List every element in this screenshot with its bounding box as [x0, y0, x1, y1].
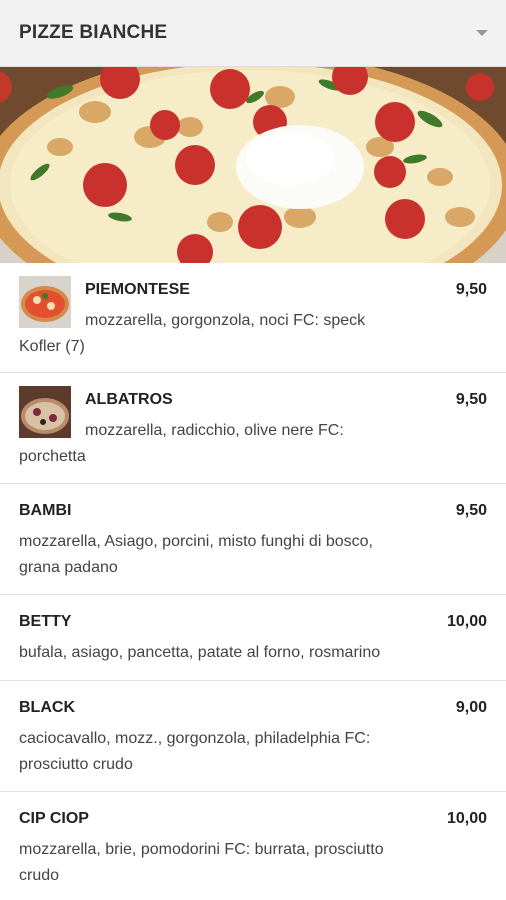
- item-description: bufala, asiago, pancetta, patate al forn…: [19, 644, 381, 661]
- item-price: 9,50: [455, 281, 487, 298]
- pizza-hero-image: [0, 67, 506, 263]
- menu-screen: PIZZE BIANCHE PIEMONTESE 9,50 mozzarella…: [0, 0, 506, 900]
- item-name: BETTY: [19, 613, 72, 630]
- item-description: mozzarella, brie, pomodorini FC: burrata…: [19, 841, 384, 858]
- item-name: BAMBI: [19, 502, 72, 519]
- item-description: mozzarella, gorgonzola, noci FC: speck: [85, 312, 366, 329]
- item-name: ALBATROS: [85, 391, 173, 408]
- menu-item[interactable]: BLACK 9,00 caciocavallo, mozz., gorgonzo…: [0, 681, 506, 792]
- item-description-continued: crudo: [19, 867, 60, 884]
- menu-item[interactable]: BAMBI 9,50 mozzarella, Asiago, porcini, …: [0, 484, 506, 595]
- category-header[interactable]: PIZZE BIANCHE: [0, 0, 506, 67]
- item-price: 10,00: [446, 810, 487, 827]
- item-description-continued: porchetta: [19, 448, 86, 465]
- item-description-continued: Kofler (7): [19, 338, 85, 355]
- category-title: PIZZE BIANCHE: [19, 22, 168, 43]
- menu-item[interactable]: CIP CIOP 10,00 mozzarella, brie, pomodor…: [0, 792, 506, 900]
- item-name: CIP CIOP: [19, 810, 89, 827]
- caret-down-icon[interactable]: [476, 30, 488, 36]
- item-name: PIEMONTESE: [85, 281, 190, 298]
- item-description-continued: prosciutto crudo: [19, 756, 133, 773]
- item-description: caciocavallo, mozz., gorgonzola, philade…: [19, 730, 371, 747]
- item-price: 9,00: [455, 699, 487, 716]
- item-description: mozzarella, Asiago, porcini, misto fungh…: [19, 533, 373, 550]
- item-price: 9,50: [455, 502, 487, 519]
- item-description-continued: grana padano: [19, 559, 118, 576]
- item-price: 9,50: [455, 391, 487, 408]
- menu-item[interactable]: BETTY 10,00 bufala, asiago, pancetta, pa…: [0, 595, 506, 681]
- menu-item-list: PIEMONTESE 9,50 mozzarella, gorgonzola, …: [0, 263, 506, 900]
- pizza-thumbnail-image: [19, 276, 71, 328]
- pizza-thumbnail-image: [19, 386, 71, 438]
- menu-item[interactable]: ALBATROS 9,50 mozzarella, radicchio, oli…: [0, 373, 506, 484]
- item-description: mozzarella, radicchio, olive nere FC:: [85, 422, 344, 439]
- item-price: 10,00: [446, 613, 487, 630]
- menu-item[interactable]: PIEMONTESE 9,50 mozzarella, gorgonzola, …: [0, 263, 506, 373]
- item-name: BLACK: [19, 699, 75, 716]
